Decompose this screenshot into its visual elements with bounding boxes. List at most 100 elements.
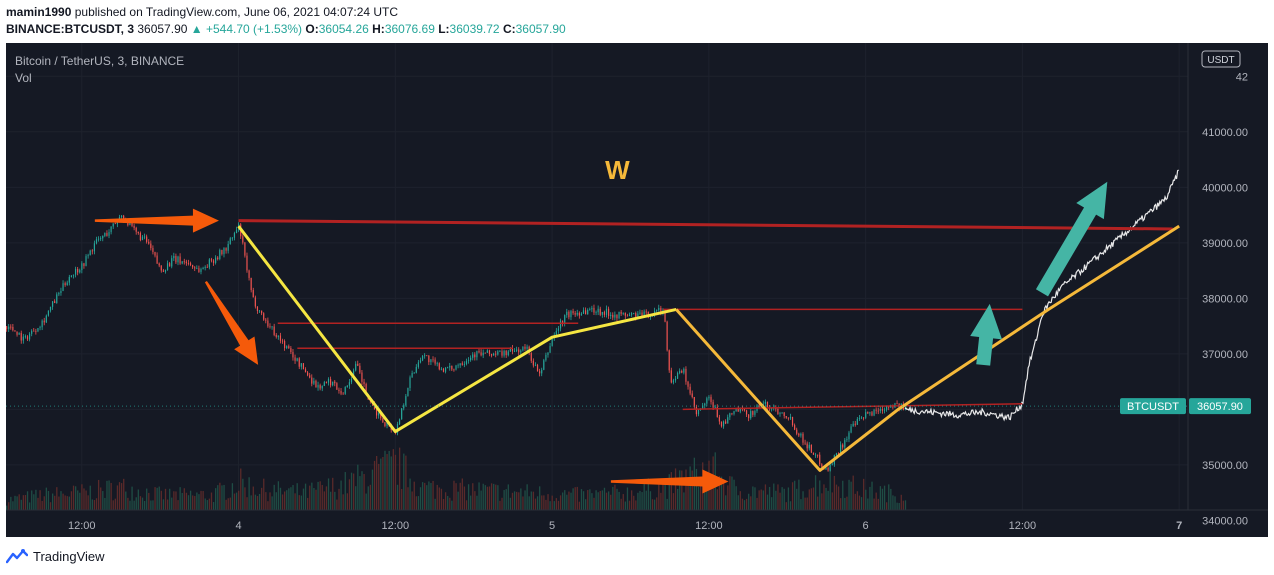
candle-body <box>817 454 819 456</box>
candle-body <box>697 409 700 415</box>
volume-bar <box>689 466 691 510</box>
candle-body <box>580 313 583 316</box>
candle-body <box>152 248 154 253</box>
candle-body <box>81 263 83 271</box>
author-name[interactable]: mamin1990 <box>6 5 71 19</box>
volume-bar <box>212 502 215 510</box>
candle-body <box>225 248 227 251</box>
volume-bar <box>800 499 802 510</box>
candle-body <box>338 389 340 391</box>
volume-bar <box>18 494 20 510</box>
volume-bar <box>58 496 60 510</box>
volume-bar <box>254 494 257 510</box>
candle-body <box>413 372 415 374</box>
volume-bar <box>484 485 486 510</box>
candle-body <box>641 312 643 316</box>
volume-bar <box>396 484 399 510</box>
candle-body <box>62 283 64 291</box>
candle-body <box>72 274 75 276</box>
volume-bar <box>771 497 773 510</box>
candle-body <box>304 369 307 373</box>
volume-bar <box>543 495 545 510</box>
tradingview-brand[interactable]: TradingView <box>33 549 105 564</box>
volume-bar <box>365 493 367 510</box>
volume-bar <box>580 489 583 510</box>
candle-body <box>206 266 208 268</box>
volume-bar <box>624 501 627 510</box>
volume-bar <box>123 478 125 510</box>
candle-body <box>231 237 233 239</box>
volume-bar <box>336 499 338 510</box>
volume-bar <box>762 490 764 510</box>
volume-bar <box>302 488 305 510</box>
volume-bar <box>869 486 871 510</box>
volume-bar <box>490 483 493 510</box>
volume-bar <box>244 487 246 510</box>
price-chart[interactable]: W 42 41000.00 40000.00 39000.00 38000.00 37000… <box>6 43 1268 537</box>
volume-bar <box>97 479 100 510</box>
volume-bar <box>495 484 497 510</box>
volume-bar <box>104 497 106 510</box>
candle-body <box>359 365 361 373</box>
candle-body <box>503 350 505 356</box>
time-tick-label: 5 <box>549 520 555 532</box>
legend-title[interactable]: Bitcoin / TetherUS, 3, BINANCE <box>15 53 184 70</box>
volume-bar <box>821 493 823 510</box>
candle-body <box>630 313 633 315</box>
volume-bar <box>221 485 223 510</box>
candle-body <box>461 363 463 365</box>
candle-body <box>321 385 323 389</box>
legend-volume[interactable]: Vol <box>15 70 184 87</box>
candle-body <box>342 393 344 395</box>
candle-body <box>601 311 603 315</box>
candle-body <box>135 227 137 232</box>
volume-bar <box>453 480 455 510</box>
candle-body <box>417 362 419 367</box>
volume-bar <box>476 495 478 510</box>
volume-bar <box>530 491 532 510</box>
candle-body <box>28 333 31 340</box>
volume-bar <box>24 495 27 510</box>
volume-bar <box>856 491 859 510</box>
candle-body <box>160 265 162 271</box>
volume-bar <box>319 481 321 510</box>
volume-bar <box>43 496 45 510</box>
candle-body <box>85 256 87 266</box>
volume-bar <box>263 478 265 510</box>
volume-bar <box>432 480 434 510</box>
candle-body <box>825 467 827 470</box>
projection-path <box>904 169 1179 422</box>
volume-bar <box>72 485 75 510</box>
candle-body <box>566 311 568 316</box>
volume-bar <box>298 495 300 510</box>
candle-body <box>154 252 156 256</box>
candle-body <box>16 331 18 335</box>
volume-bar <box>509 497 512 510</box>
chart-area[interactable]: W 42 41000.00 40000.00 39000.00 38000.00 37000… <box>6 43 1268 537</box>
candle-body <box>821 464 823 467</box>
candle-body <box>294 357 296 361</box>
volume-bar <box>470 495 472 510</box>
candle-body <box>208 259 210 268</box>
candle-body <box>35 331 37 332</box>
candle-body <box>254 297 256 307</box>
tradingview-logo-icon[interactable] <box>6 548 28 564</box>
volume-bar <box>286 490 288 510</box>
volume-bar <box>601 490 604 510</box>
volume-bar <box>323 491 326 510</box>
volume-bar <box>79 492 81 510</box>
candle-body <box>311 377 313 384</box>
candle-body <box>576 312 578 315</box>
candle-body <box>325 382 328 384</box>
volume-bar <box>656 497 658 510</box>
candle-body <box>846 439 848 441</box>
volume-bar <box>444 492 447 510</box>
candle-body <box>712 402 714 408</box>
volume-bar <box>585 499 587 510</box>
volume-bar <box>363 474 365 510</box>
volume-bar <box>768 486 771 510</box>
volume-bar <box>536 496 539 510</box>
chart-legend: Bitcoin / TetherUS, 3, BINANCE Vol <box>15 53 184 87</box>
volume-bar <box>275 492 277 510</box>
high-value: 36076.69 <box>384 22 435 36</box>
